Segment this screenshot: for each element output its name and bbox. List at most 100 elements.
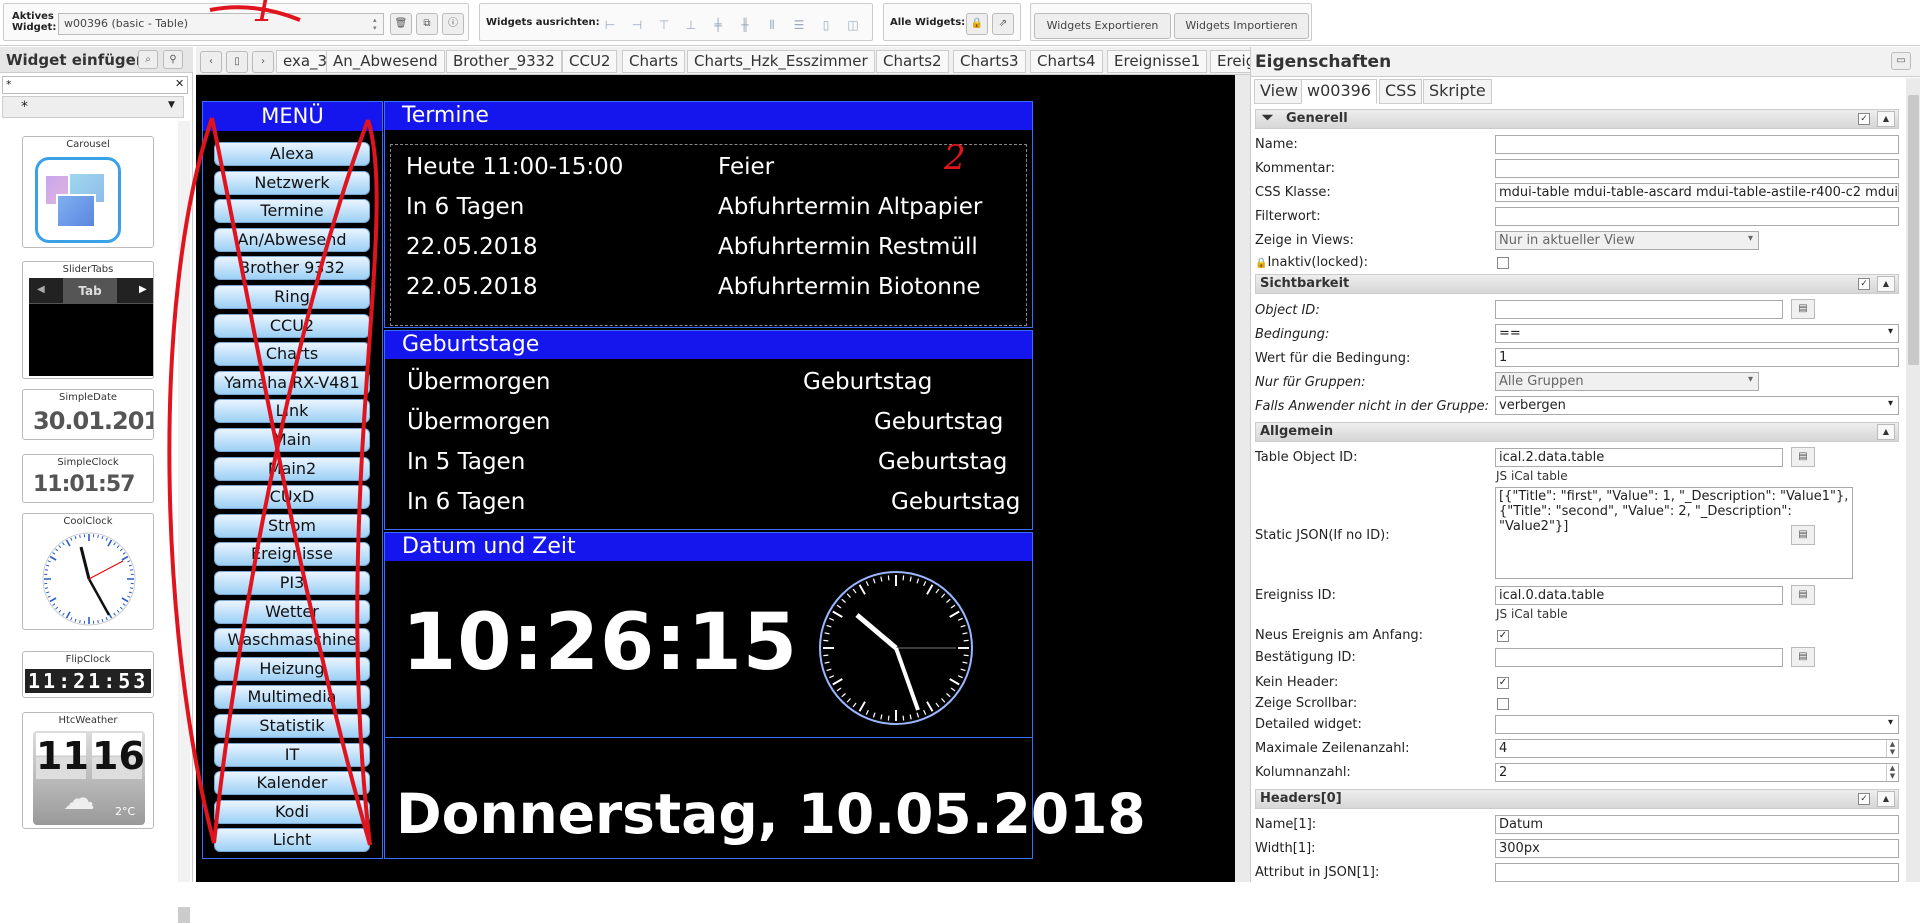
no-header-checkbox[interactable]: ✓ <box>1497 677 1509 689</box>
groups-select[interactable]: Alle Gruppen <box>1495 372 1759 391</box>
align-center-h-icon[interactable]: ╪ <box>710 18 726 34</box>
clear-filter-icon[interactable]: ✕ <box>175 77 184 90</box>
detailed-widget-select[interactable] <box>1495 715 1899 734</box>
menu-button[interactable]: CUxD <box>214 485 370 509</box>
menu-button[interactable]: Kodi <box>214 800 370 824</box>
tab-view[interactable]: Ereignisse1 <box>1107 50 1207 73</box>
export-widgets-button[interactable]: Widgets Exportieren <box>1034 13 1171 39</box>
delete-widget-icon[interactable]: 🗑 <box>390 13 412 35</box>
align-bottom-icon[interactable]: ⊥ <box>683 18 699 34</box>
menu-button[interactable]: Yamaha RX-V481 <box>214 371 370 395</box>
columns-stepper[interactable]: 2▲▼ <box>1495 763 1899 782</box>
section-generell[interactable]: ⏷ Generell ✓▲ <box>1255 109 1899 129</box>
menu-button[interactable]: Kalender <box>214 771 370 795</box>
menu-button[interactable]: Ereignisse <box>214 542 370 566</box>
termine-panel[interactable]: Termine Heute 11:00-15:00 Feier In 6 Tag… <box>384 101 1033 328</box>
not-in-group-select[interactable]: verbergen <box>1495 396 1899 415</box>
chevron-left-icon[interactable]: ‹ <box>200 51 222 73</box>
section-headers[interactable]: Headers[0] ✓▲ <box>1255 789 1899 809</box>
menu-button[interactable]: Termine <box>214 199 370 223</box>
menu-button[interactable]: Licht <box>214 828 370 852</box>
show-scrollbar-checkbox[interactable] <box>1497 698 1509 710</box>
tab-view[interactable]: An_Abwesend <box>326 50 445 73</box>
tab-view[interactable]: Ereig <box>1210 50 1250 73</box>
name-field[interactable] <box>1495 135 1899 154</box>
chevron-right-icon[interactable]: › <box>252 51 274 73</box>
copy-widget-icon[interactable]: ⧉ <box>416 13 438 35</box>
menu-button[interactable]: Strom <box>214 514 370 538</box>
collapse-icon[interactable]: ▲ <box>1877 111 1895 127</box>
lock-icon[interactable]: 🔒 <box>966 13 988 35</box>
palette-scrollbar[interactable] <box>178 121 190 882</box>
header-name-field[interactable]: Datum <box>1495 815 1899 834</box>
tab-css[interactable]: CSS <box>1379 79 1422 104</box>
confirm-id-field[interactable] <box>1495 648 1783 667</box>
menu-button[interactable]: Charts <box>214 342 370 366</box>
new-event-checkbox[interactable]: ✓ <box>1497 630 1509 642</box>
widget-flipclock[interactable]: FlipClock 11:21:53 <box>22 651 154 698</box>
select-id-button[interactable]: ▤ <box>1791 447 1815 467</box>
tab-view[interactable]: Charts_Hzk_Esszimmer <box>687 50 875 73</box>
align-top-icon[interactable]: ⊤ <box>656 18 672 34</box>
tab-view[interactable]: View <box>1254 79 1304 104</box>
tab-view[interactable]: Charts2 <box>876 50 949 73</box>
menu-button[interactable]: Heizung <box>214 657 370 681</box>
pin-icon[interactable]: ⚲ <box>163 50 183 69</box>
widget-carousel[interactable]: Carousel <box>22 136 154 248</box>
menu-button[interactable]: Netzwerk <box>214 171 370 195</box>
event-id-field[interactable]: ical.0.data.table <box>1495 586 1783 605</box>
select-id-button[interactable]: ▤ <box>1791 299 1815 319</box>
views-select[interactable]: Nur in aktueller View <box>1495 231 1759 250</box>
tab-view[interactable]: CCU2 <box>562 50 617 73</box>
open-external-icon[interactable]: ⇗ <box>992 13 1014 35</box>
menu-button[interactable]: Brother 9332 <box>214 256 370 280</box>
section-checkbox[interactable]: ✓ <box>1858 113 1870 125</box>
table-object-id-field[interactable]: ical.2.data.table <box>1495 448 1783 467</box>
menu-button[interactable]: An/Abwesend <box>214 228 370 252</box>
widget-simpledate[interactable]: SimpleDate 30.01.2015 <box>22 389 154 440</box>
max-rows-stepper[interactable]: 4▲▼ <box>1495 739 1899 758</box>
menu-button[interactable]: Main <box>214 428 370 452</box>
select-id-button[interactable]: ▤ <box>1791 585 1815 605</box>
align-center-v-icon[interactable]: ╫ <box>737 18 753 34</box>
condition-select[interactable]: == <box>1495 324 1899 343</box>
tab-view[interactable]: Charts <box>622 50 685 73</box>
same-height-icon[interactable]: ◫ <box>845 18 861 34</box>
widget-slidertabs[interactable]: SliderTabs ◀ Tab ▶ <box>22 261 154 379</box>
menu-button[interactable]: Multimedia <box>214 685 370 709</box>
geburtstage-panel[interactable]: Geburtstage Übermorgen Geburtstag Übermo… <box>384 330 1033 530</box>
widget-filter-input[interactable]: * <box>2 76 188 94</box>
section-allgemein[interactable]: Allgemein ▲ <box>1255 422 1899 442</box>
menu-button[interactable]: Main2 <box>214 457 370 481</box>
active-widget-select[interactable]: w00396 (basic - Table) <box>58 13 384 35</box>
locked-checkbox[interactable] <box>1497 257 1509 269</box>
object-id-field[interactable] <box>1495 300 1783 319</box>
widget-htcweather[interactable]: HtcWeather 11 16 ☁ 2°C <box>22 712 154 829</box>
collapse-icon[interactable]: ▲ <box>1877 276 1895 292</box>
select-id-button[interactable]: ▤ <box>1791 647 1815 667</box>
menu-button[interactable]: PI3 <box>214 571 370 595</box>
section-checkbox[interactable]: ✓ <box>1858 278 1870 290</box>
canvas-scrollbar[interactable] <box>1235 75 1250 882</box>
menu-button[interactable]: Waschmaschine <box>214 628 370 652</box>
tab-view[interactable]: Charts4 <box>1030 50 1103 73</box>
collapse-icon[interactable]: ▲ <box>1877 424 1895 440</box>
align-left-icon[interactable]: ⊢ <box>602 18 618 34</box>
collapse-panel-icon[interactable]: ▭ <box>1891 52 1911 70</box>
menu-button[interactable]: CCU2 <box>214 314 370 338</box>
tab-scripts[interactable]: Skripte <box>1423 79 1492 104</box>
menu-button[interactable]: IT <box>214 743 370 767</box>
edit-json-button[interactable]: ▤ <box>1791 525 1815 545</box>
align-right-icon[interactable]: ⊣ <box>629 18 645 34</box>
same-width-icon[interactable]: ▯ <box>818 18 834 34</box>
menu-button[interactable]: Ring <box>214 285 370 309</box>
comment-field[interactable] <box>1495 159 1899 178</box>
distribute-h-icon[interactable]: ⫴ <box>764 18 780 34</box>
distribute-v-icon[interactable]: ☰ <box>791 18 807 34</box>
chevron-down-icon[interactable]: ▼ <box>168 100 175 110</box>
section-sichtbarkeit[interactable]: Sichtbarkeit ✓▲ <box>1255 274 1899 294</box>
info-icon[interactable]: ⓘ <box>442 13 464 35</box>
clipboard-icon[interactable]: ▯ <box>226 51 248 73</box>
search-widget-icon[interactable]: ⌕ <box>138 50 158 69</box>
properties-scrollbar-thumb[interactable] <box>1908 95 1919 365</box>
